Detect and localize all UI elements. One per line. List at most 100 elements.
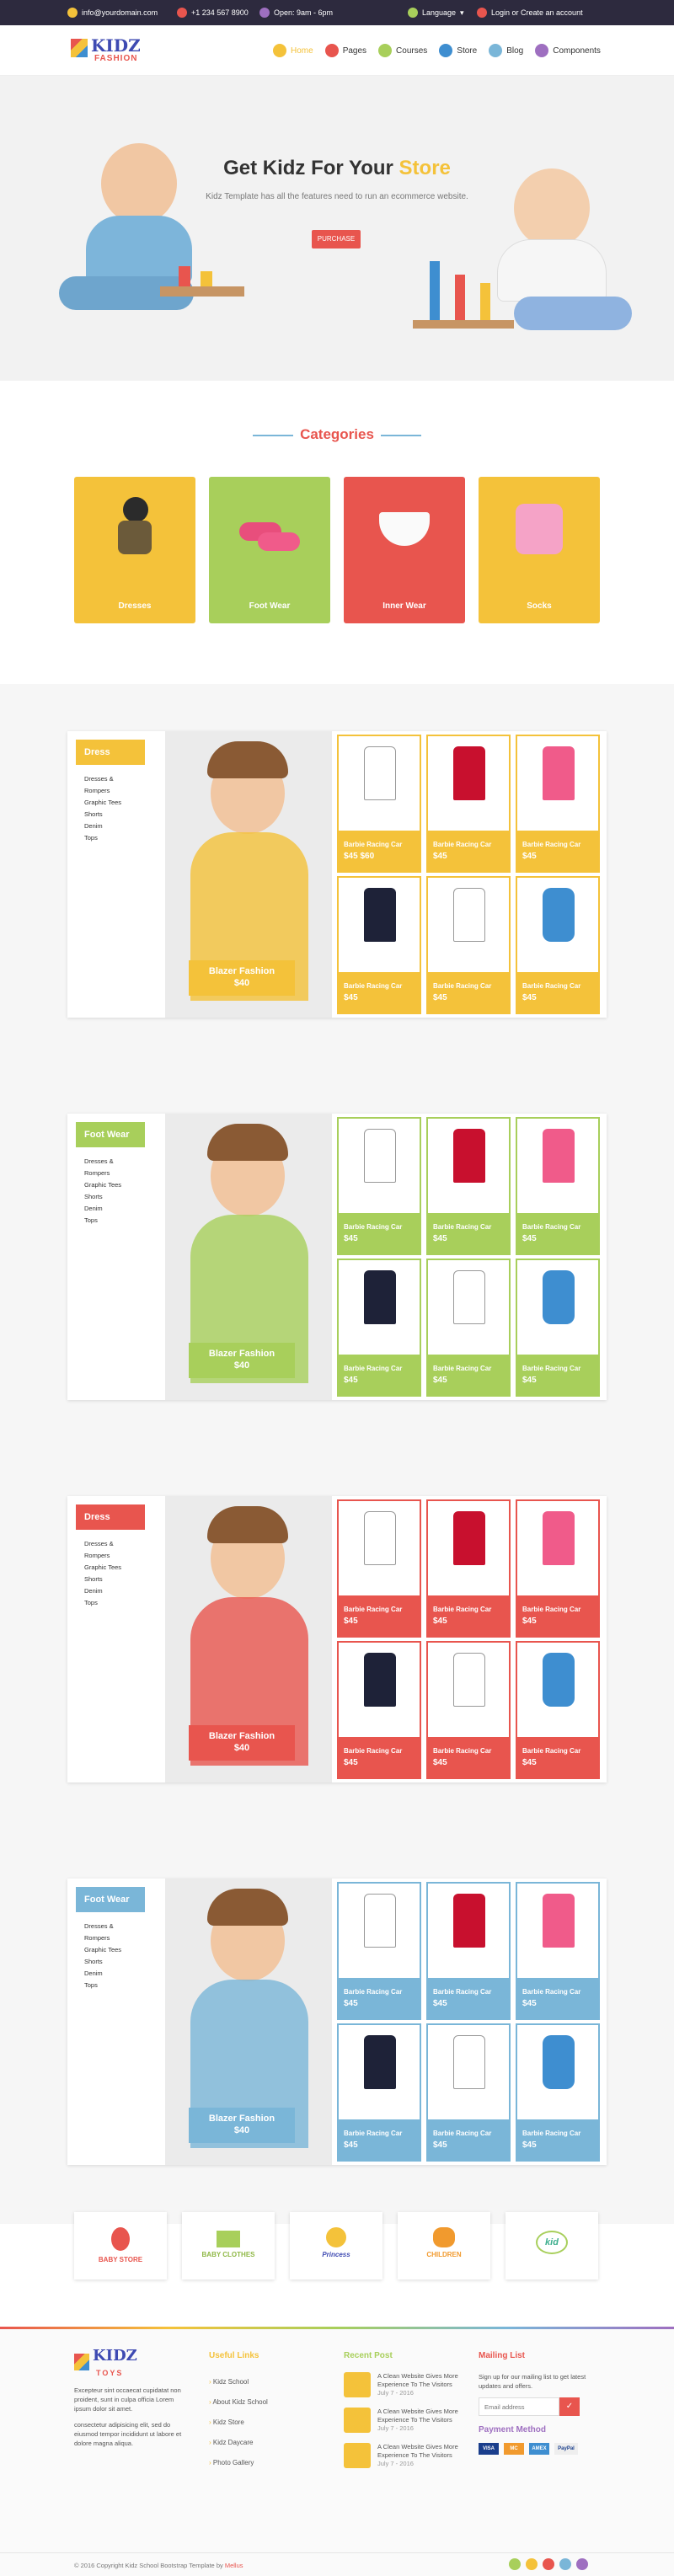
linkedin-icon[interactable] [559,2558,571,2570]
subcategory-link[interactable]: Shorts [84,1956,121,1968]
footer-link[interactable]: › Kidz Store [209,2413,318,2433]
hero-kid-left-image [25,110,253,329]
product-card[interactable]: Barbie Racing Car $45 [516,1117,600,1255]
subcategory-link[interactable]: Graphic Tees [84,797,121,809]
subcategory-link[interactable]: Denim [84,1968,121,1980]
footer-link[interactable]: › About Kidz School [209,2392,318,2413]
product-card[interactable]: Barbie Racing Car $45 [516,2023,600,2162]
nav-home[interactable]: Home [273,44,313,57]
product-card[interactable]: Barbie Racing Car $45 [337,1499,421,1638]
product-card[interactable]: Barbie Racing Car $45 [516,1259,600,1397]
recent-post[interactable]: A Clean Website Gives More Experience To… [344,2372,470,2408]
footer-mailing-list: Mailing List Sign up for our mailing lis… [479,2350,605,2455]
category-card-dresses[interactable]: Dresses [74,477,195,623]
author-link[interactable]: Mellus [225,2562,243,2569]
product-card[interactable]: Barbie Racing Car $45 [337,1259,421,1397]
subcategory-link[interactable]: Denim [84,1203,121,1215]
product-card[interactable]: Barbie Racing Car $45 $60 [337,735,421,873]
category-card-foot-wear[interactable]: Foot Wear [209,477,330,623]
google-plus-icon[interactable] [543,2558,554,2570]
subcategory-link[interactable]: Denim [84,820,121,832]
facebook-icon[interactable] [509,2558,521,2570]
subcategory-link[interactable]: Tops [84,1215,121,1227]
featured-product[interactable]: Blazer Fashion $40 [165,1879,332,2165]
subcategory-link[interactable]: Tops [84,1597,121,1609]
featured-product[interactable]: Blazer Fashion $40 [165,1496,332,1782]
section-tab[interactable]: Dress [76,740,145,765]
product-card[interactable]: Barbie Racing Car $45 [337,876,421,1014]
section-tab[interactable]: Dress [76,1504,145,1530]
email-info[interactable]: info@yourdomain.com [67,8,158,18]
subcategory-link[interactable]: Shorts [84,1191,121,1203]
product-section: Dress Dresses & Rompers Graphic Tees Shorts D… [0,1449,674,1841]
subscribe-button[interactable]: ✓ [559,2397,580,2416]
product-card[interactable]: Barbie Racing Car $45 [337,2023,421,2162]
product-card[interactable]: Barbie Racing Car $45 [337,1117,421,1255]
section-tab[interactable]: Foot Wear [76,1122,145,1147]
category-card-inner-wear[interactable]: Inner Wear [344,477,465,623]
login-link[interactable]: Login or Create an account [477,8,583,18]
subcategory-link[interactable]: Dresses & [84,773,121,785]
subcategory-link[interactable]: Dresses & [84,1156,121,1168]
footer-link[interactable]: › Photo Gallery [209,2453,318,2473]
product-info: Barbie Racing Car $45 [517,972,598,1013]
section-tab[interactable]: Foot Wear [76,1887,145,1912]
subcategory-link[interactable]: Dresses & [84,1921,121,1932]
product-card[interactable]: Barbie Racing Car $45 [516,735,600,873]
brand-logo[interactable]: BABY STORE [74,2212,167,2279]
product-card[interactable]: Barbie Racing Car $45 [516,1641,600,1779]
featured-product[interactable]: Blazer Fashion $40 [165,731,332,1018]
product-card[interactable]: Barbie Racing Car $45 [337,1882,421,2020]
purchase-button[interactable]: PURCHASE [312,230,361,249]
footer-link[interactable]: › Kidz School [209,2372,318,2392]
product-card[interactable]: Barbie Racing Car $45 [426,2023,511,2162]
footer-recent-posts: Recent Post A Clean Website Gives More E… [344,2350,470,2478]
product-card[interactable]: Barbie Racing Car $45 [426,876,511,1014]
email-input[interactable] [479,2397,559,2416]
subcategory-link[interactable]: Dresses & [84,1538,121,1550]
subcategory-link[interactable]: Tops [84,832,121,844]
product-card[interactable]: Barbie Racing Car $45 [426,735,511,873]
nav-store[interactable]: Store [439,44,477,57]
category-card-socks[interactable]: Socks [479,477,600,623]
subcategory-link[interactable]: Graphic Tees [84,1179,121,1191]
product-card[interactable]: Barbie Racing Car $45 [426,1259,511,1397]
subcategory-link[interactable]: Graphic Tees [84,1562,121,1574]
recent-post[interactable]: A Clean Website Gives More Experience To… [344,2443,470,2478]
twitter-icon[interactable] [526,2558,538,2570]
subcategory-link[interactable]: Rompers [84,1168,121,1179]
subcategory-link[interactable]: Tops [84,1980,121,1991]
subcategory-link[interactable]: Rompers [84,785,121,797]
logo[interactable]: KIDZ FASHION [71,35,163,66]
product-card[interactable]: Barbie Racing Car $45 [516,876,600,1014]
brand-logo[interactable]: BABY CLOTHES [182,2212,275,2279]
brand-logo[interactable]: kid [506,2212,598,2279]
subcategory-link[interactable]: Shorts [84,809,121,820]
product-card[interactable]: Barbie Racing Car $45 [516,1499,600,1638]
visa-icon: VISA [479,2443,499,2455]
recent-post[interactable]: A Clean Website Gives More Experience To… [344,2408,470,2443]
nav-components[interactable]: Components [535,44,601,57]
product-card[interactable]: Barbie Racing Car $45 [426,1117,511,1255]
product-card[interactable]: Barbie Racing Car $45 [426,1641,511,1779]
subcategory-link[interactable]: Graphic Tees [84,1944,121,1956]
product-card[interactable]: Barbie Racing Car $45 [426,1882,511,2020]
subcategory-link[interactable]: Denim [84,1585,121,1597]
language-select[interactable]: Language ▾ [408,8,464,18]
product-card[interactable]: Barbie Racing Car $45 [337,1641,421,1779]
product-card[interactable]: Barbie Racing Car $45 [426,1499,511,1638]
product-tee-image [453,1129,485,1183]
nav-courses[interactable]: Courses [378,44,427,57]
footer-logo[interactable]: KIDZ TOYS [74,2349,192,2381]
subcategory-link[interactable]: Rompers [84,1550,121,1562]
subcategory-link[interactable]: Shorts [84,1574,121,1585]
vimeo-icon[interactable] [576,2558,588,2570]
product-card[interactable]: Barbie Racing Car $45 [516,1882,600,2020]
brand-logo[interactable]: CHILDREN [398,2212,490,2279]
nav-blog[interactable]: Blog [489,44,523,57]
nav-pages[interactable]: Pages [324,44,366,57]
subcategory-link[interactable]: Rompers [84,1932,121,1944]
footer-link[interactable]: › Kidz Daycare [209,2433,318,2453]
featured-product[interactable]: Blazer Fashion $40 [165,1114,332,1400]
brand-logo[interactable]: Princess [290,2212,382,2279]
